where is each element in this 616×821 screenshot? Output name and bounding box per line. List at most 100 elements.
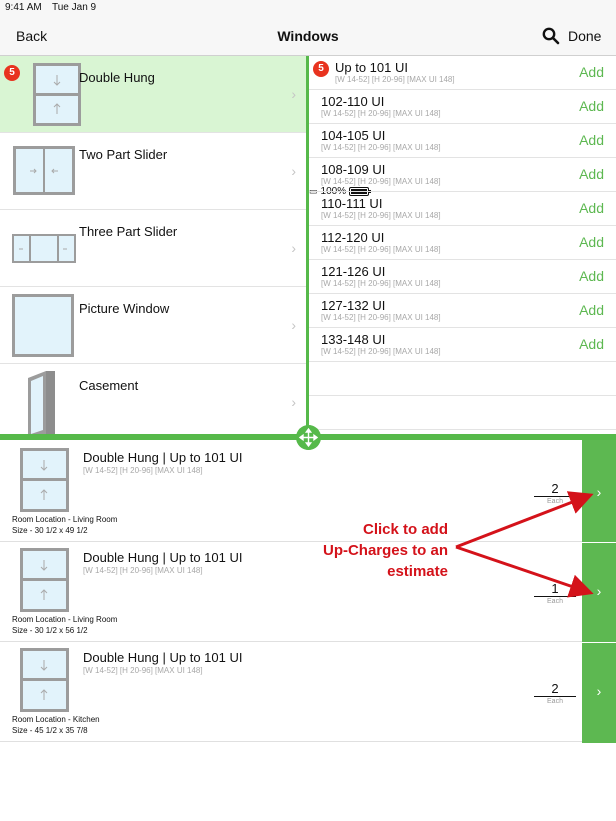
size-option-label: 108-109 UI bbox=[321, 162, 386, 177]
size-option-constraints: [W 14-52] [H 20-96] [MAX UI 148] bbox=[321, 245, 441, 254]
estimate-item-title: Double Hung | Up to 101 UI bbox=[83, 550, 243, 565]
size-option-label: 112-120 UI bbox=[321, 230, 385, 245]
annotation-callout: Click to add Up-Charges to an estimate bbox=[300, 519, 448, 582]
size-option-row[interactable]: 102-110 UI [W 14-52] [H 20-96] [MAX UI 1… bbox=[309, 90, 616, 124]
window-type-label: Picture Window bbox=[79, 301, 170, 316]
estimate-item[interactable]: Double Hung | Up to 101 UI [W 14-52] [H … bbox=[0, 542, 582, 642]
size-option-label: 110-111 UI bbox=[321, 196, 383, 211]
chevron-right-icon: › bbox=[291, 86, 296, 102]
add-button[interactable]: Add bbox=[579, 302, 604, 318]
size-option-row[interactable]: 110-111 UI [W 14-52] [H 20-96] [MAX UI 1… bbox=[309, 192, 616, 226]
casement-window-icon bbox=[28, 371, 55, 434]
estimate-item[interactable]: Double Hung | Up to 101 UI [W 14-52] [H … bbox=[0, 642, 582, 742]
estimate-item-constraints: [W 14-52] [H 20-96] [MAX UI 148] bbox=[83, 566, 203, 575]
size-option-constraints: [W 14-52] [H 20-96] [MAX UI 148] bbox=[321, 347, 441, 356]
size-option-constraints: [W 14-52] [H 20-96] [MAX UI 148] bbox=[321, 313, 441, 322]
up-charges-button[interactable]: › bbox=[582, 643, 616, 743]
window-type-label: Casement bbox=[79, 378, 139, 393]
size-option-row[interactable]: 5 Up to 101 UI [W 14-52] [H 20-96] [MAX … bbox=[309, 56, 616, 90]
size-option-row[interactable]: 112-120 UI [W 14-52] [H 20-96] [MAX UI 1… bbox=[309, 226, 616, 260]
search-icon[interactable] bbox=[542, 27, 560, 45]
picture-window-icon bbox=[12, 294, 74, 357]
add-button[interactable]: Add bbox=[579, 200, 604, 216]
estimate-item-title: Double Hung | Up to 101 UI bbox=[83, 650, 243, 665]
add-button[interactable]: Add bbox=[579, 166, 604, 182]
size-option-label: 121-126 UI bbox=[321, 264, 386, 279]
quantity-unit: Each bbox=[547, 598, 563, 605]
window-type-two-part-slider[interactable]: Two Part Slider › bbox=[0, 133, 306, 210]
double-hung-window-icon bbox=[20, 548, 69, 612]
estimate-item-location: Room Location - Living Room bbox=[12, 615, 118, 624]
size-option-label: 102-110 UI bbox=[321, 94, 385, 109]
size-option-constraints: [W 14-52] [H 20-96] [MAX UI 148] bbox=[321, 177, 441, 186]
add-button[interactable]: Add bbox=[579, 132, 604, 148]
chevron-right-icon: › bbox=[291, 163, 296, 179]
size-option-row[interactable]: 121-126 UI [W 14-52] [H 20-96] [MAX UI 1… bbox=[309, 260, 616, 294]
size-option-constraints: [W 14-52] [H 20-96] [MAX UI 148] bbox=[335, 75, 455, 84]
double-hung-window-icon bbox=[20, 648, 69, 712]
window-type-label: Double Hung bbox=[79, 70, 155, 85]
size-option-row[interactable]: 104-105 UI [W 14-52] [H 20-96] [MAX UI 1… bbox=[309, 124, 616, 158]
up-charges-button[interactable]: › bbox=[582, 440, 616, 542]
up-charges-button[interactable]: › bbox=[582, 543, 616, 642]
size-option-list: 5 Up to 101 UI [W 14-52] [H 20-96] [MAX … bbox=[309, 56, 616, 434]
annotation-line: estimate bbox=[387, 563, 448, 580]
status-date: Tue Jan 9 bbox=[52, 2, 97, 13]
add-button[interactable]: Add bbox=[579, 64, 604, 80]
window-type-casement[interactable]: Casement › bbox=[0, 364, 306, 434]
chevron-right-icon: › bbox=[291, 240, 296, 256]
page-title: Windows bbox=[277, 28, 339, 44]
quantity-unit: Each bbox=[547, 498, 563, 505]
done-button[interactable]: Done bbox=[568, 28, 601, 44]
window-type-double-hung[interactable]: 5 Double Hung › bbox=[0, 56, 306, 133]
chevron-right-icon: › bbox=[596, 683, 602, 699]
estimate-item-constraints: [W 14-52] [H 20-96] [MAX UI 148] bbox=[83, 666, 203, 675]
quantity-unit: Each bbox=[547, 698, 563, 705]
size-option-label: Up to 101 UI bbox=[335, 60, 408, 75]
estimate-item[interactable]: Double Hung | Up to 101 UI [W 14-52] [H … bbox=[0, 442, 582, 542]
window-type-picture-window[interactable]: Picture Window › bbox=[0, 287, 306, 364]
two-part-slider-icon bbox=[13, 146, 75, 195]
window-type-list: 5 Double Hung › Two Part Slider › Three … bbox=[0, 56, 306, 434]
annotation-line: Click to add bbox=[362, 521, 448, 538]
chevron-right-icon: › bbox=[291, 317, 296, 333]
size-option-row[interactable]: 133-148 UI [W 14-52] [H 20-96] [MAX UI 1… bbox=[309, 328, 616, 362]
estimate-item-location: Room Location - Kitchen bbox=[12, 715, 100, 724]
size-option-constraints: [W 14-52] [H 20-96] [MAX UI 148] bbox=[321, 143, 441, 152]
add-button[interactable]: Add bbox=[579, 234, 604, 250]
count-badge: 5 bbox=[313, 61, 329, 77]
size-option-constraints: [W 14-52] [H 20-96] [MAX UI 148] bbox=[321, 211, 441, 220]
estimate-item-size: Size - 45 1/2 x 35 7/8 bbox=[12, 726, 88, 735]
chevron-right-icon: › bbox=[291, 394, 296, 410]
window-type-label: Three Part Slider bbox=[79, 224, 178, 239]
chevron-right-icon: › bbox=[596, 484, 602, 500]
size-option-row[interactable]: 127-132 UI [W 14-52] [H 20-96] [MAX UI 1… bbox=[309, 294, 616, 328]
size-option-label: 133-148 UI bbox=[321, 332, 386, 347]
empty-row bbox=[309, 396, 616, 430]
navigation-bar: Back Windows Done bbox=[0, 16, 616, 56]
window-type-three-part-slider[interactable]: Three Part Slider › bbox=[0, 210, 306, 287]
status-bar: 9:41 AM Tue Jan 9 ▭ 100% bbox=[0, 0, 616, 197]
size-option-label: 127-132 UI bbox=[321, 298, 386, 313]
double-hung-window-icon bbox=[33, 63, 81, 126]
status-time: 9:41 AM bbox=[5, 2, 42, 13]
count-badge: 5 bbox=[4, 65, 20, 81]
quantity-field[interactable]: 2 bbox=[534, 682, 576, 697]
size-option-row[interactable]: 108-109 UI [W 14-52] [H 20-96] [MAX UI 1… bbox=[309, 158, 616, 192]
add-button[interactable]: Add bbox=[579, 98, 604, 114]
size-option-constraints: [W 14-52] [H 20-96] [MAX UI 148] bbox=[321, 109, 441, 118]
size-option-constraints: [W 14-52] [H 20-96] [MAX UI 148] bbox=[321, 279, 441, 288]
estimate-item-location: Room Location - Living Room bbox=[12, 515, 118, 524]
three-part-slider-icon bbox=[12, 234, 76, 263]
add-button[interactable]: Add bbox=[579, 268, 604, 284]
estimate-item-size: Size - 30 1/2 x 56 1/2 bbox=[12, 626, 88, 635]
size-option-label: 104-105 UI bbox=[321, 128, 386, 143]
quantity-field[interactable]: 2 bbox=[534, 482, 576, 497]
annotation-line: Up-Charges to an bbox=[322, 542, 448, 559]
chevron-right-icon: › bbox=[596, 583, 602, 599]
quantity-field[interactable]: 1 bbox=[534, 582, 576, 597]
double-hung-window-icon bbox=[20, 448, 69, 512]
estimate-item-size: Size - 30 1/2 x 49 1/2 bbox=[12, 526, 88, 535]
estimate-item-title: Double Hung | Up to 101 UI bbox=[83, 450, 243, 465]
add-button[interactable]: Add bbox=[579, 336, 604, 352]
